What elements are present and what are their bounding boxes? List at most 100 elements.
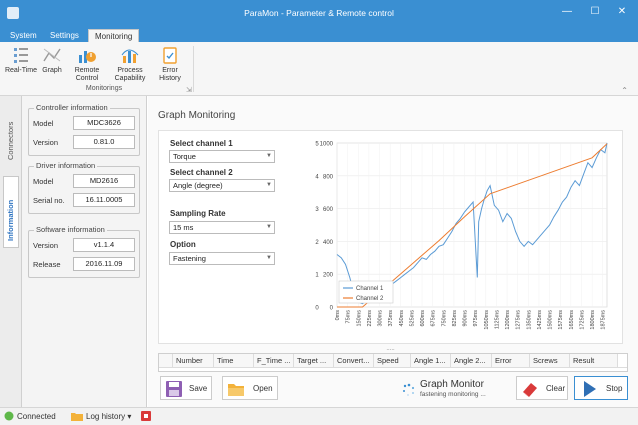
controller-model-value: MDC3626 (73, 116, 135, 130)
right-tick-label: 1 (315, 273, 319, 279)
ribbon-tab-strip: System Settings Monitoring (0, 26, 638, 42)
column-header[interactable]: F_Time ... (254, 354, 294, 367)
sampling-rate-label: Sampling Rate (170, 209, 226, 218)
graph-button[interactable]: Graph (38, 45, 66, 83)
graph-chart: 0 200 400 600 800 1000 0 1 2 3 450ms 75ms 150ms 225ms… (315, 142, 608, 330)
column-header[interactable]: Time (214, 354, 254, 367)
column-header[interactable]: Error (492, 354, 530, 367)
column-header[interactable]: Number (173, 354, 214, 367)
column-header[interactable]: Target ... (294, 354, 334, 367)
x-tick-label: 1425ms (537, 310, 543, 330)
channel2-label: Select channel 2 (170, 168, 233, 177)
left-tick-label: 0 (330, 306, 334, 312)
software-release-label: Release (33, 260, 61, 269)
chevron-down-icon: ▼ (266, 182, 272, 188)
save-button[interactable]: Save (160, 376, 212, 400)
open-label: Open (253, 384, 273, 393)
error-history-button[interactable]: Error History (152, 45, 188, 83)
option-select[interactable]: Fastening ▼ (169, 252, 275, 265)
x-tick-label: 1350ms (526, 310, 532, 330)
graph-label: Graph (42, 67, 62, 74)
controller-version-label: Version (33, 138, 59, 147)
x-tick-label: 150ms (356, 310, 362, 327)
title-bar: ParaMon - Parameter & Remote control — ☐… (0, 0, 638, 26)
controller-version-value: 0.81.0 (73, 135, 135, 149)
side-tab-information[interactable]: Information (3, 176, 19, 248)
column-header[interactable]: Angle 1... (411, 354, 451, 367)
tab-settings[interactable]: Settings (44, 29, 85, 42)
monitor-title: Graph Monitor (420, 379, 484, 390)
column-header[interactable]: Screws (530, 354, 570, 367)
process-capability-button[interactable]: Process Capability (108, 45, 152, 83)
channel2-select[interactable]: Angle (degree) ▼ (169, 179, 275, 192)
stop-label: Stop (606, 384, 623, 393)
x-tick-label: 1500ms (548, 310, 554, 330)
x-tick-label: 975ms (473, 310, 479, 327)
close-button[interactable]: ✕ (609, 4, 635, 20)
chevron-down-icon: ▼ (266, 255, 272, 261)
alert-icon[interactable] (141, 411, 151, 423)
realtime-button[interactable]: Real-Time (4, 45, 38, 83)
eraser-icon (523, 383, 537, 397)
info-panel: Controller information Model MDC3626 Ver… (22, 96, 147, 407)
option-value: Fastening (173, 254, 206, 263)
minimize-button[interactable]: — (554, 4, 580, 20)
sampling-rate-select[interactable]: 15 ms ▼ (169, 221, 275, 234)
x-tick-label: 225ms (367, 310, 373, 327)
tab-monitoring[interactable]: Monitoring (88, 29, 140, 42)
collapse-ribbon-icon[interactable]: ⌃ (621, 86, 628, 95)
open-button[interactable]: Open (222, 376, 278, 400)
software-version-label: Version (33, 241, 59, 250)
left-tick-label: 200 (323, 273, 334, 279)
process-capability-label: Process Capability (114, 67, 146, 82)
driver-model-label: Model (33, 177, 54, 186)
driver-info-group: Driver information Model MD2616 Serial n… (28, 161, 140, 214)
x-tick-label: 0ms (335, 310, 341, 321)
splitter-handle[interactable]: ..... (158, 346, 623, 352)
dropdown-icon: ▾ (127, 412, 132, 421)
column-header[interactable]: Result (570, 354, 618, 367)
monitor-status: fastening monitoring ... (420, 391, 486, 398)
column-header[interactable]: Angle 2... (451, 354, 492, 367)
remote-control-label: Remote Control (74, 67, 100, 82)
x-tick-label: 675ms (431, 310, 437, 327)
driver-serial-value: 16.11.0005 (73, 193, 135, 207)
error-history-icon (163, 47, 177, 64)
left-tick-label: 800 (323, 174, 334, 180)
channel2-value: Angle (degree) (173, 181, 223, 190)
option-label: Option (170, 240, 196, 249)
graph-monitoring-area: Graph Monitoring Select channel 1 Torque… (148, 96, 638, 407)
x-tick-label: 825ms (452, 310, 458, 327)
graph-icon (43, 48, 61, 62)
x-tick-label: 1650ms (569, 310, 575, 330)
x-tick-label: 450ms (399, 310, 405, 327)
connected-icon (4, 411, 14, 423)
ribbon-group-label: Monitorings (85, 85, 123, 92)
column-header[interactable]: Speed (374, 354, 411, 367)
software-version-value: v1.1.4 (73, 238, 135, 252)
x-tick-label: 375ms (388, 310, 394, 327)
x-tick-label: 1275ms (516, 310, 522, 330)
channel1-select[interactable]: Torque ▼ (169, 150, 275, 163)
side-tab-strip: Connectors Information (0, 96, 22, 407)
remote-control-button[interactable]: Remote Control (66, 45, 108, 83)
clear-button[interactable]: Clear (516, 376, 568, 400)
save-icon (166, 381, 182, 397)
side-tab-connectors[interactable]: Connectors (3, 100, 19, 166)
chevron-down-icon: ▼ (266, 153, 272, 159)
process-capability-icon (121, 49, 139, 63)
dialog-launcher-icon[interactable]: ⇲ (186, 86, 192, 94)
column-header[interactable]: Convert... (334, 354, 374, 367)
error-history-label: Error History (159, 67, 181, 82)
results-table: Number Time F_Time ... Target ... Conver… (158, 353, 628, 372)
table-row[interactable] (159, 367, 627, 371)
legend-label: Channel 1 (356, 286, 384, 292)
right-tick-label: 2 (315, 240, 319, 246)
x-tick-label: 300ms (378, 310, 384, 327)
stop-button[interactable]: Stop (574, 376, 628, 400)
software-release-value: 2016.11.09 (73, 257, 135, 271)
maximize-button[interactable]: ☐ (582, 4, 608, 20)
log-history-button[interactable]: Log history ▾ (86, 412, 131, 421)
tab-system[interactable]: System (4, 29, 43, 42)
controller-info-group: Controller information Model MDC3626 Ver… (28, 103, 140, 156)
